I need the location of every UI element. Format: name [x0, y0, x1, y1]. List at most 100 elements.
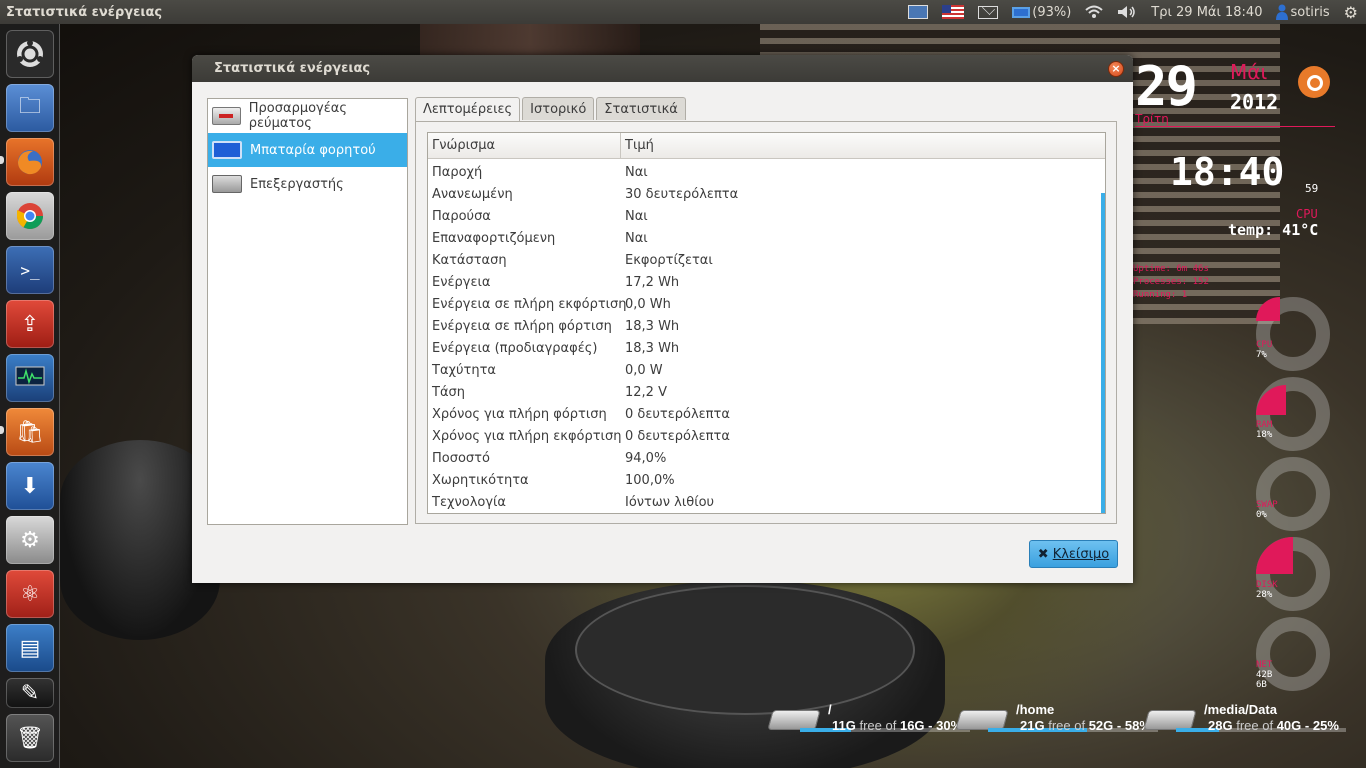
table-row[interactable]: Κατάσταση Εκφορτίζεται: [428, 249, 1105, 271]
attribute-cell: Ταχύτητα: [432, 362, 497, 378]
user-name: sotiris: [1290, 4, 1330, 20]
disk-gauge-label: DISK 28%: [1256, 580, 1278, 600]
swap-gauge-label: SWAP 0%: [1256, 500, 1278, 520]
battery-indicator[interactable]: (93%): [1012, 5, 1071, 20]
conky-running: Running: 1: [1133, 290, 1188, 300]
device-item-processor[interactable]: Επεξεργαστής: [208, 167, 407, 201]
drive-mount: /: [828, 702, 832, 717]
tab-details[interactable]: Λεπτομέρειες: [415, 97, 521, 122]
chrome-icon[interactable]: [6, 192, 54, 240]
value-cell: 100,0%: [625, 472, 675, 488]
table-row[interactable]: Χωρητικότητα 100,0%: [428, 469, 1105, 491]
value-cell: 0,0 Wh: [625, 296, 671, 312]
cpu-gauge-label: CPU 7%: [1256, 340, 1273, 360]
attribute-cell: Τάση: [432, 384, 465, 400]
attribute-cell: Ενέργεια: [432, 274, 491, 290]
table-row[interactable]: Ενέργεια (προδιαγραφές) 18,3 Wh: [428, 337, 1105, 359]
launcher: 🗀 >_ ⇪ 🛍 ⬇ ⚙ ⚛ ▤ ✎ 🗑: [0, 24, 60, 768]
table-row[interactable]: Ποσοστό 94,0%: [428, 447, 1105, 469]
table-row[interactable]: Ανανεωμένη 30 δευτερόλεπτα: [428, 183, 1105, 205]
value-cell: Ιόντων λιθίου: [625, 494, 715, 510]
drive-free: 11G free of 16G - 30%: [832, 718, 963, 733]
table-row[interactable]: Ενέργεια 17,2 Wh: [428, 271, 1105, 293]
table-row[interactable]: Ταχύτητα 0,0 W: [428, 359, 1105, 381]
dialog-title: Στατιστικά ενέργειας: [214, 61, 371, 76]
table-header: Γνώρισμα Τιμή: [428, 133, 1105, 159]
attribute-cell: Χρόνος για πλήρη φόρτιση: [432, 406, 607, 422]
dialog-titlebar[interactable]: Στατιστικά ενέργειας ×: [192, 55, 1133, 82]
session-gear-icon[interactable]: ⚙: [1344, 3, 1358, 22]
firefox-icon[interactable]: [6, 138, 54, 186]
attribute-cell: Ανανεωμένη: [432, 186, 513, 202]
table-row[interactable]: Επαναφορτιζόμενη Ναι: [428, 227, 1105, 249]
pen-tool-icon[interactable]: ✎: [6, 678, 54, 708]
system-monitor-icon[interactable]: [6, 354, 54, 402]
software-center-icon[interactable]: 🛍: [6, 408, 54, 456]
table-row[interactable]: Παρούσα Ναι: [428, 205, 1105, 227]
impress-document-icon[interactable]: ▤: [6, 624, 54, 672]
network-indicator-icon[interactable]: [1085, 5, 1103, 19]
value-cell: 12,2 V: [625, 384, 667, 400]
attribute-cell: Ποσοστό: [432, 450, 490, 466]
messaging-indicator-icon[interactable]: [978, 5, 999, 19]
value-cell: 94,0%: [625, 450, 667, 466]
table-body: Παροχή Ναι Ανανεωμένη 30 δευτερόλεπτα Παρούσ…: [428, 159, 1105, 513]
tab-statistics[interactable]: Στατιστικά: [596, 97, 686, 120]
drive-mount: /media/Data: [1204, 702, 1277, 717]
table-row[interactable]: Χρόνος για πλήρη εκφόρτιση 0 δευτερόλεπτα: [428, 425, 1105, 447]
conky-day: 29: [1135, 55, 1198, 118]
install-download-icon[interactable]: ⬇: [6, 462, 54, 510]
terminal-icon[interactable]: >_: [6, 246, 54, 294]
table-row[interactable]: Παροχή Ναι: [428, 161, 1105, 183]
volume-indicator-icon[interactable]: [1117, 5, 1137, 19]
software-updater-icon[interactable]: ⇪: [6, 300, 54, 348]
display-indicator-icon[interactable]: [908, 5, 929, 19]
column-header-value[interactable]: Τιμή: [621, 133, 658, 158]
window-close-icon[interactable]: ×: [1108, 61, 1124, 77]
trash-icon[interactable]: 🗑: [6, 714, 54, 762]
conky-divider: [1135, 126, 1335, 127]
attribute-cell: Κατάσταση: [432, 252, 507, 268]
value-cell: Εκφορτίζεται: [625, 252, 713, 268]
table-row[interactable]: Ενέργεια σε πλήρη εκφόρτιση 0,0 Wh: [428, 293, 1105, 315]
attribute-cell: Παροχή: [432, 164, 483, 180]
close-button-label: Κλείσιμο: [1052, 546, 1110, 562]
close-button[interactable]: ✖ Κλείσιμο: [1029, 540, 1118, 568]
system-settings-icon[interactable]: ⚙: [6, 516, 54, 564]
user-indicator[interactable]: sotiris: [1276, 4, 1330, 20]
device-item-power-adapter[interactable]: Προσαρμογέας ρεύματος: [208, 99, 407, 133]
conky-year: 2012: [1230, 90, 1279, 114]
attribute-cell: Ενέργεια (προδιαγραφές): [432, 340, 598, 356]
conky-seconds: 59: [1305, 182, 1319, 195]
conky-uptime: Uptime: 6m 46s: [1133, 264, 1209, 274]
ram-gauge-label: RAM 18%: [1256, 420, 1273, 440]
table-row[interactable]: Τεχνολογία Ιόντων λιθίου: [428, 491, 1105, 513]
active-window-title: Στατιστικά ενέργειας: [6, 4, 163, 20]
column-header-attribute[interactable]: Γνώρισμα: [428, 133, 621, 158]
conky-processes: Processes: 152: [1133, 277, 1209, 287]
running-indicator: [0, 426, 4, 434]
keyboard-layout-icon[interactable]: [942, 5, 965, 19]
ram-gauge-fill: [1256, 385, 1286, 415]
hard-drive-icon: [767, 710, 821, 730]
table-row[interactable]: Τάση 12,2 V: [428, 381, 1105, 403]
device-item-laptop-battery[interactable]: Μπαταρία φορητού: [208, 133, 407, 167]
home-folder-icon[interactable]: 🗀: [6, 84, 54, 132]
ubuntu-logo-icon: [1298, 66, 1330, 98]
table-row[interactable]: Ενέργεια σε πλήρη φόρτιση 18,3 Wh: [428, 315, 1105, 337]
clock[interactable]: Τρι 29 Μάι 18:40: [1151, 5, 1262, 20]
processor-icon: [212, 175, 242, 193]
table-row[interactable]: Χρόνος για πλήρη φόρτιση 0 δευτερόλεπτα: [428, 403, 1105, 425]
attribute-cell: Τεχνολογία: [432, 494, 507, 510]
tab-history[interactable]: Ιστορικό: [522, 97, 595, 120]
value-cell: 0 δευτερόλεπτα: [625, 406, 730, 422]
hard-drive-icon: [1143, 710, 1197, 730]
dash-home-icon[interactable]: [6, 30, 54, 78]
details-panel: Γνώρισμα Τιμή Παροχή Ναι Ανανεωμένη 30 δευτ…: [415, 121, 1117, 524]
value-cell: 17,2 Wh: [625, 274, 680, 290]
wallpaper-object-top: [575, 585, 915, 715]
vertical-scrollbar[interactable]: [1101, 193, 1105, 513]
device-label: Επεξεργαστής: [250, 176, 344, 192]
top-panel: Στατιστικά ενέργειας (93%) Τρι 29 Μάι 18…: [0, 0, 1366, 24]
molecule-app-icon[interactable]: ⚛: [6, 570, 54, 618]
